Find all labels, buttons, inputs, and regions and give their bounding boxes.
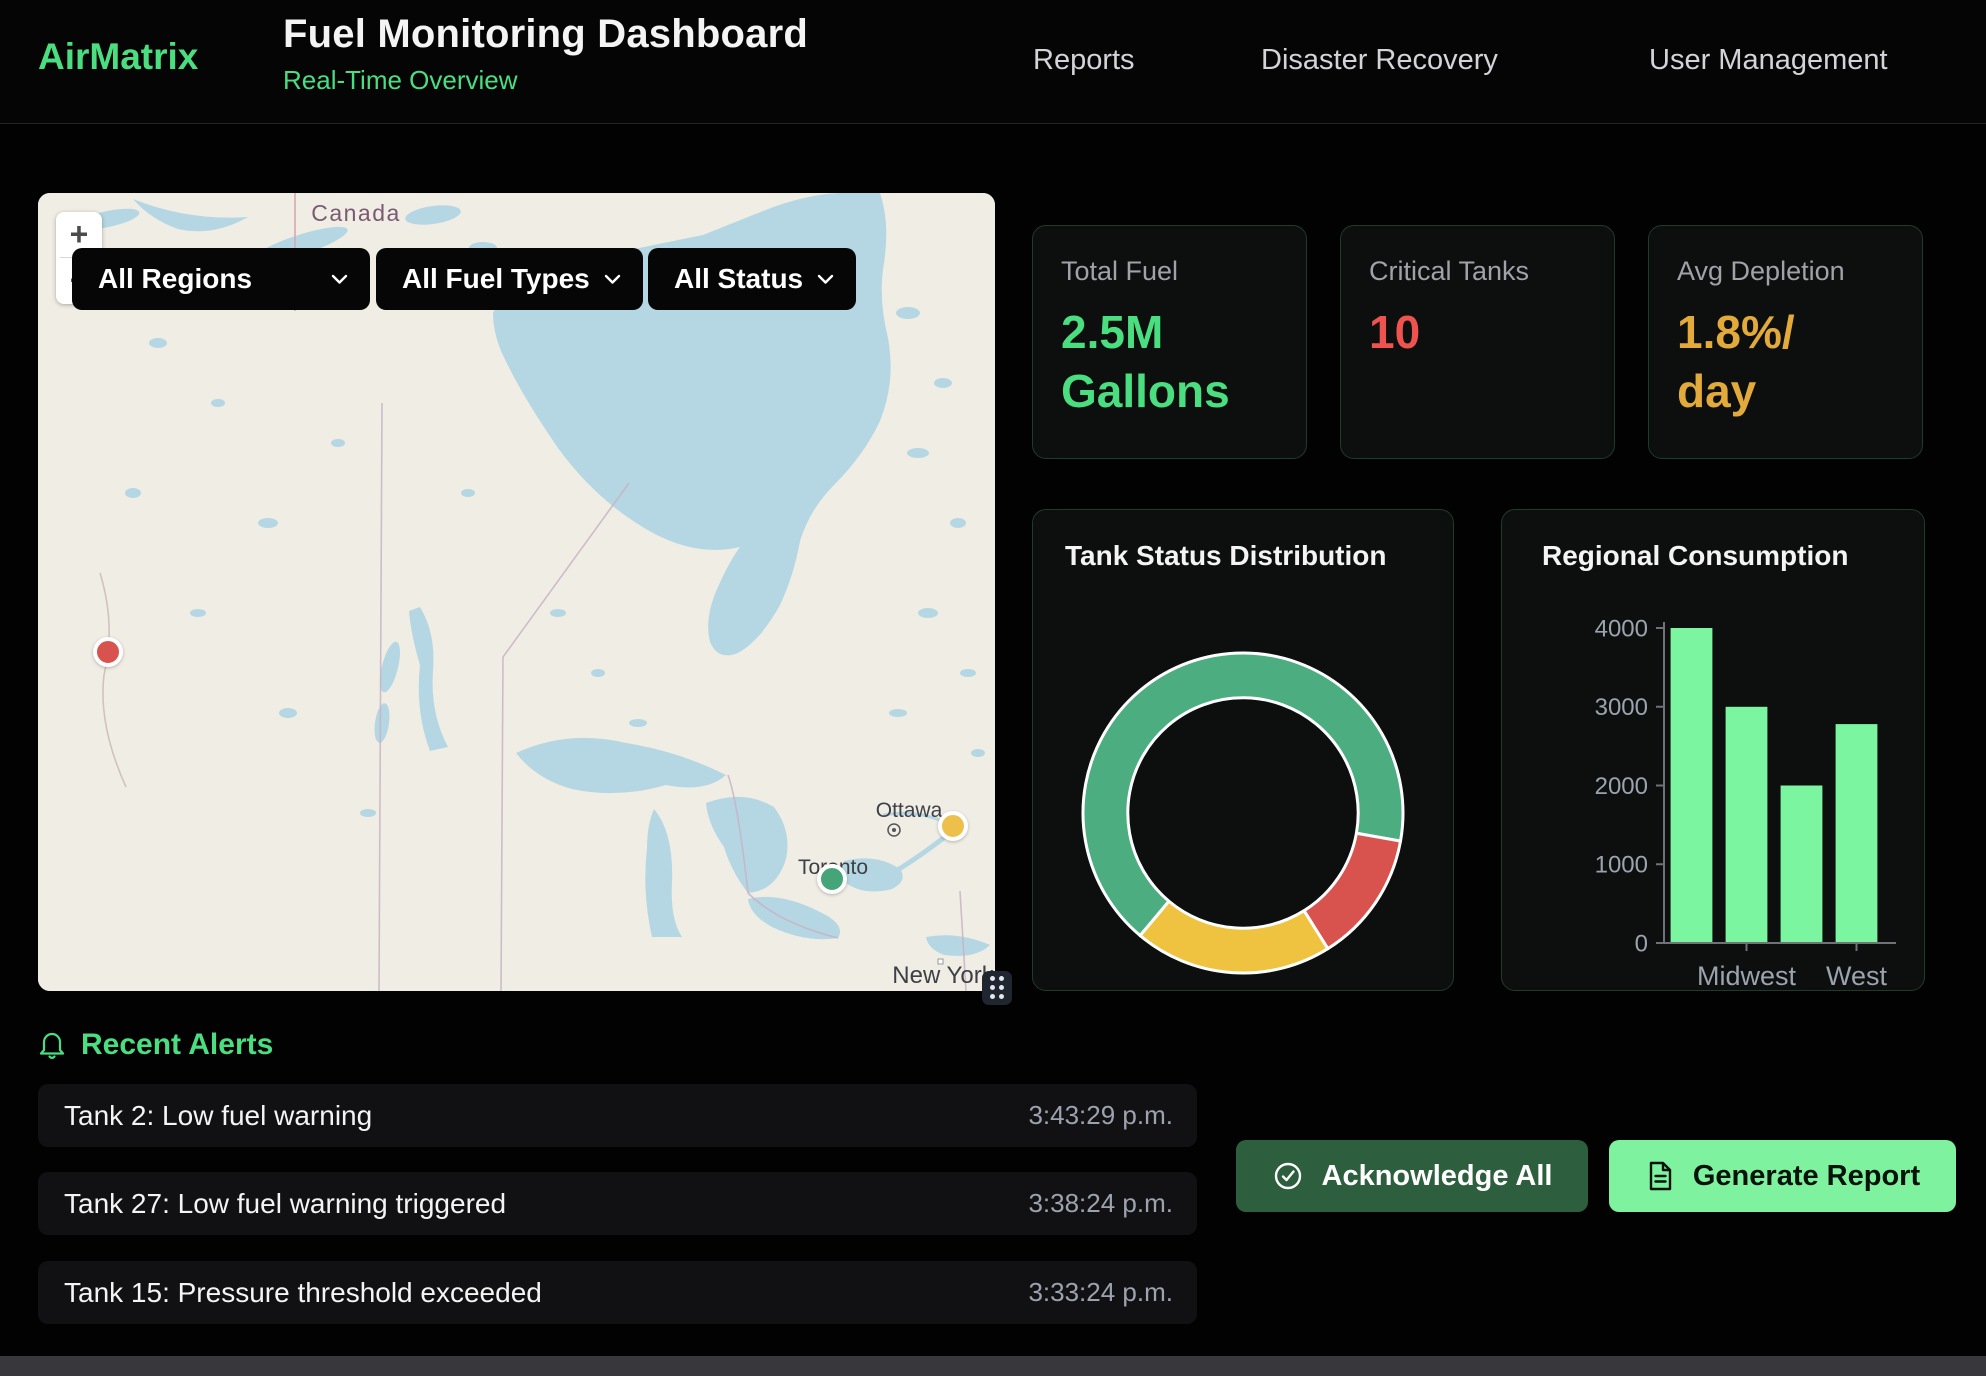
- stat-value: Gallons: [1061, 362, 1278, 421]
- y-tick-label: 3000: [1595, 694, 1648, 721]
- bar-0: [1671, 628, 1713, 943]
- nav-disaster-recovery[interactable]: Disaster Recovery: [1261, 44, 1498, 77]
- title-block: Fuel Monitoring Dashboard Real-Time Over…: [283, 12, 808, 96]
- stat-cards: Total Fuel 2.5M Gallons Critical Tanks 1…: [1032, 225, 1923, 459]
- bar-3: [1836, 724, 1878, 943]
- map-resize-grip-icon[interactable]: [982, 971, 1012, 1005]
- tank-marker-critical[interactable]: [93, 637, 123, 667]
- chevron-down-icon: [331, 274, 348, 285]
- alerts-header: Recent Alerts: [38, 1028, 273, 1062]
- alert-text: Tank 27: Low fuel warning triggered: [38, 1188, 506, 1220]
- y-tick-label: 1000: [1595, 852, 1648, 879]
- nav-user-management[interactable]: User Management: [1649, 44, 1888, 77]
- stat-value: day: [1677, 362, 1894, 421]
- x-tick-label: Midwest: [1697, 961, 1797, 991]
- stat-label: Avg Depletion: [1677, 256, 1894, 287]
- alert-text: Tank 2: Low fuel warning: [38, 1100, 372, 1132]
- region-filter-value: All Regions: [98, 263, 252, 295]
- bell-icon: [38, 1030, 66, 1060]
- status-filter-select[interactable]: All Status: [648, 248, 856, 310]
- stat-total-fuel: Total Fuel 2.5M Gallons: [1032, 225, 1307, 459]
- tank-marker-warning[interactable]: [938, 811, 968, 841]
- donut-segment-yellow: [1140, 901, 1328, 973]
- acknowledge-all-button[interactable]: Acknowledge All: [1236, 1140, 1588, 1212]
- stat-label: Critical Tanks: [1369, 256, 1586, 287]
- region-filter-select[interactable]: All Regions: [72, 248, 370, 310]
- fuel-type-filter-select[interactable]: All Fuel Types: [376, 248, 643, 310]
- generate-report-button[interactable]: Generate Report: [1609, 1140, 1956, 1212]
- chevron-down-icon: [604, 274, 621, 285]
- alert-row: Tank 2: Low fuel warning 3:43:29 p.m.: [38, 1084, 1197, 1147]
- alert-text: Tank 15: Pressure threshold exceeded: [38, 1277, 542, 1309]
- tank-status-card: Tank Status Distribution: [1032, 509, 1454, 991]
- fuel-map[interactable]: Canada Toronto Ottawa New York + − All R…: [38, 193, 995, 991]
- alert-timestamp: 3:33:24 p.m.: [1028, 1277, 1197, 1308]
- stat-critical-tanks: Critical Tanks 10: [1340, 225, 1615, 459]
- page-title: Fuel Monitoring Dashboard: [283, 12, 808, 57]
- header: AirMatrix Fuel Monitoring Dashboard Real…: [0, 0, 1986, 124]
- map-label-ottawa: Ottawa: [876, 799, 943, 822]
- stat-label: Total Fuel: [1061, 256, 1278, 287]
- bar-1: [1726, 707, 1768, 943]
- brand-logo[interactable]: AirMatrix: [38, 36, 198, 78]
- y-tick-label: 2000: [1595, 773, 1648, 800]
- alerts-title: Recent Alerts: [81, 1028, 273, 1062]
- stat-value: 10: [1369, 303, 1586, 362]
- tank-marker-normal[interactable]: [817, 864, 847, 894]
- y-tick-label: 4000: [1595, 615, 1648, 642]
- document-icon: [1645, 1160, 1675, 1192]
- page-subtitle: Real-Time Overview: [283, 65, 808, 96]
- map-canvas: Canada Toronto Ottawa New York: [38, 193, 995, 991]
- stat-value: 1.8%/: [1677, 303, 1894, 362]
- fuel-type-filter-value: All Fuel Types: [402, 263, 590, 295]
- alert-timestamp: 3:38:24 p.m.: [1028, 1188, 1197, 1219]
- check-circle-icon: [1272, 1160, 1304, 1192]
- horizontal-scrollbar[interactable]: [0, 1356, 1986, 1376]
- x-tick-label: West: [1826, 961, 1888, 991]
- stat-avg-depletion: Avg Depletion 1.8%/ day: [1648, 225, 1923, 459]
- acknowledge-all-label: Acknowledge All: [1322, 1160, 1553, 1193]
- tank-status-donut-chart: [1033, 510, 1455, 992]
- alert-row: Tank 27: Low fuel warning triggered 3:38…: [38, 1172, 1197, 1235]
- regional-consumption-card: Regional Consumption 01000200030004000Mi…: [1501, 509, 1925, 991]
- chevron-down-icon: [817, 274, 834, 285]
- y-tick-label: 0: [1635, 930, 1648, 957]
- map-label-canada: Canada: [311, 200, 401, 226]
- regional-consumption-bar-chart: 0 1000 2000 3000 4000 Midwest West: [1502, 510, 1926, 992]
- stat-value: 2.5M: [1061, 303, 1278, 362]
- dashboard-page: AirMatrix Fuel Monitoring Dashboard Real…: [0, 0, 1986, 1376]
- bar-2: [1781, 786, 1823, 944]
- generate-report-label: Generate Report: [1693, 1160, 1920, 1193]
- nav-reports[interactable]: Reports: [1033, 44, 1135, 77]
- map-label-new-york: New York: [892, 962, 994, 989]
- status-filter-value: All Status: [674, 263, 803, 295]
- alert-row: Tank 15: Pressure threshold exceeded 3:3…: [38, 1261, 1197, 1324]
- alert-timestamp: 3:43:29 p.m.: [1028, 1100, 1197, 1131]
